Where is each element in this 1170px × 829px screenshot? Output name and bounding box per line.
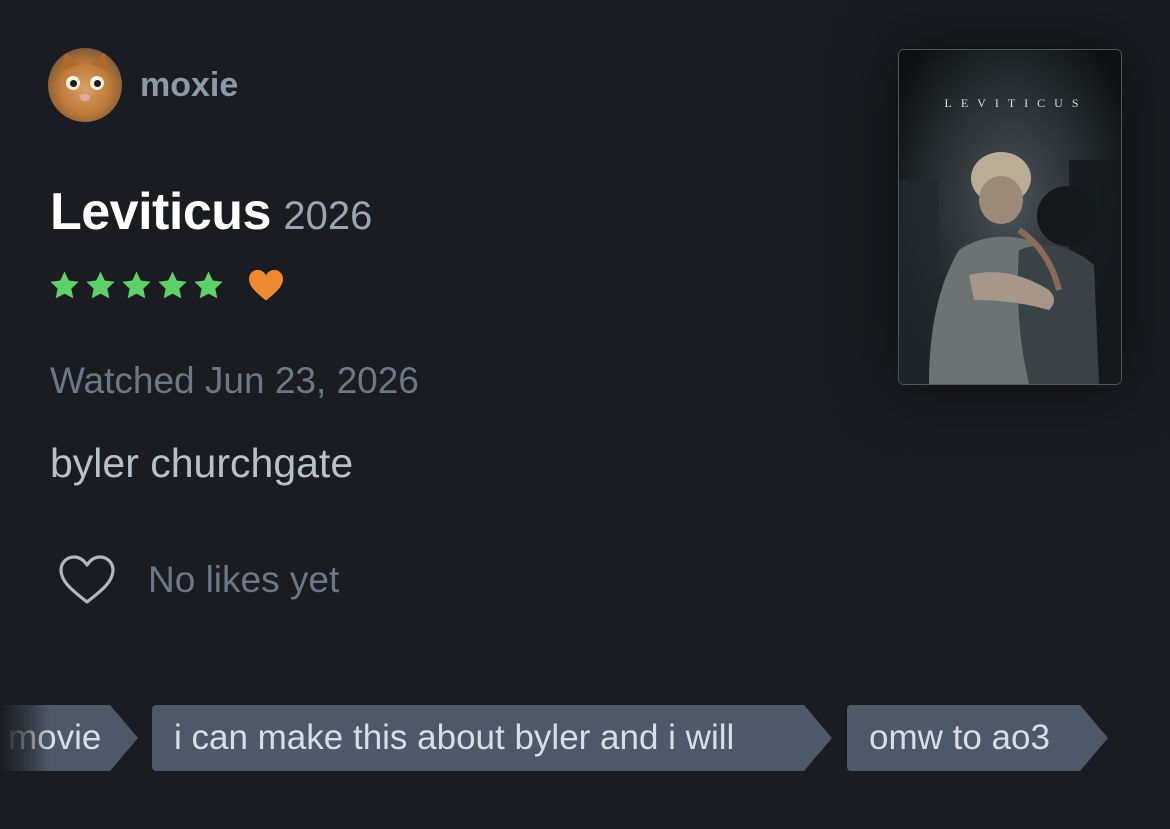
- star-icon: [86, 270, 115, 298]
- tag-item[interactable]: omw to ao3: [847, 705, 1108, 771]
- likes-count-text: No likes yet: [148, 559, 340, 600]
- star-icon: [50, 270, 79, 298]
- star-icon: [158, 270, 187, 298]
- star-icon: [194, 270, 223, 298]
- star-icon: [122, 270, 151, 298]
- film-year[interactable]: 2026: [283, 194, 372, 238]
- poster-title: LEVITICUS: [944, 96, 1088, 110]
- film-title[interactable]: Leviticus: [50, 183, 271, 241]
- watched-date: Watched Jun 23, 2026: [50, 360, 419, 401]
- avatar-nose: [80, 94, 90, 101]
- avatar-eye-left: [66, 76, 80, 90]
- likes-row: No likes yet: [58, 554, 339, 606]
- rating-row: [48, 268, 285, 302]
- review-text: byler churchgate: [50, 440, 354, 486]
- film-poster[interactable]: LEVITICUS: [898, 49, 1122, 385]
- tag-item[interactable]: i can make this about byler and i will: [152, 705, 832, 771]
- film-heading: Leviticus 2026: [50, 182, 372, 242]
- tag-list: movie i can make this about byler and i …: [0, 705, 1170, 771]
- tag-item[interactable]: movie: [0, 705, 138, 771]
- avatar-ear-right: [89, 49, 115, 71]
- like-heart-icon[interactable]: [58, 554, 116, 606]
- avatar-ear-left: [55, 49, 81, 71]
- avatar[interactable]: [48, 48, 122, 122]
- liked-heart-icon: [249, 269, 283, 301]
- reviewer-header[interactable]: moxie: [48, 48, 238, 122]
- reviewer-username[interactable]: moxie: [140, 66, 238, 105]
- avatar-eye-right: [90, 76, 104, 90]
- star-rating: [48, 269, 225, 302]
